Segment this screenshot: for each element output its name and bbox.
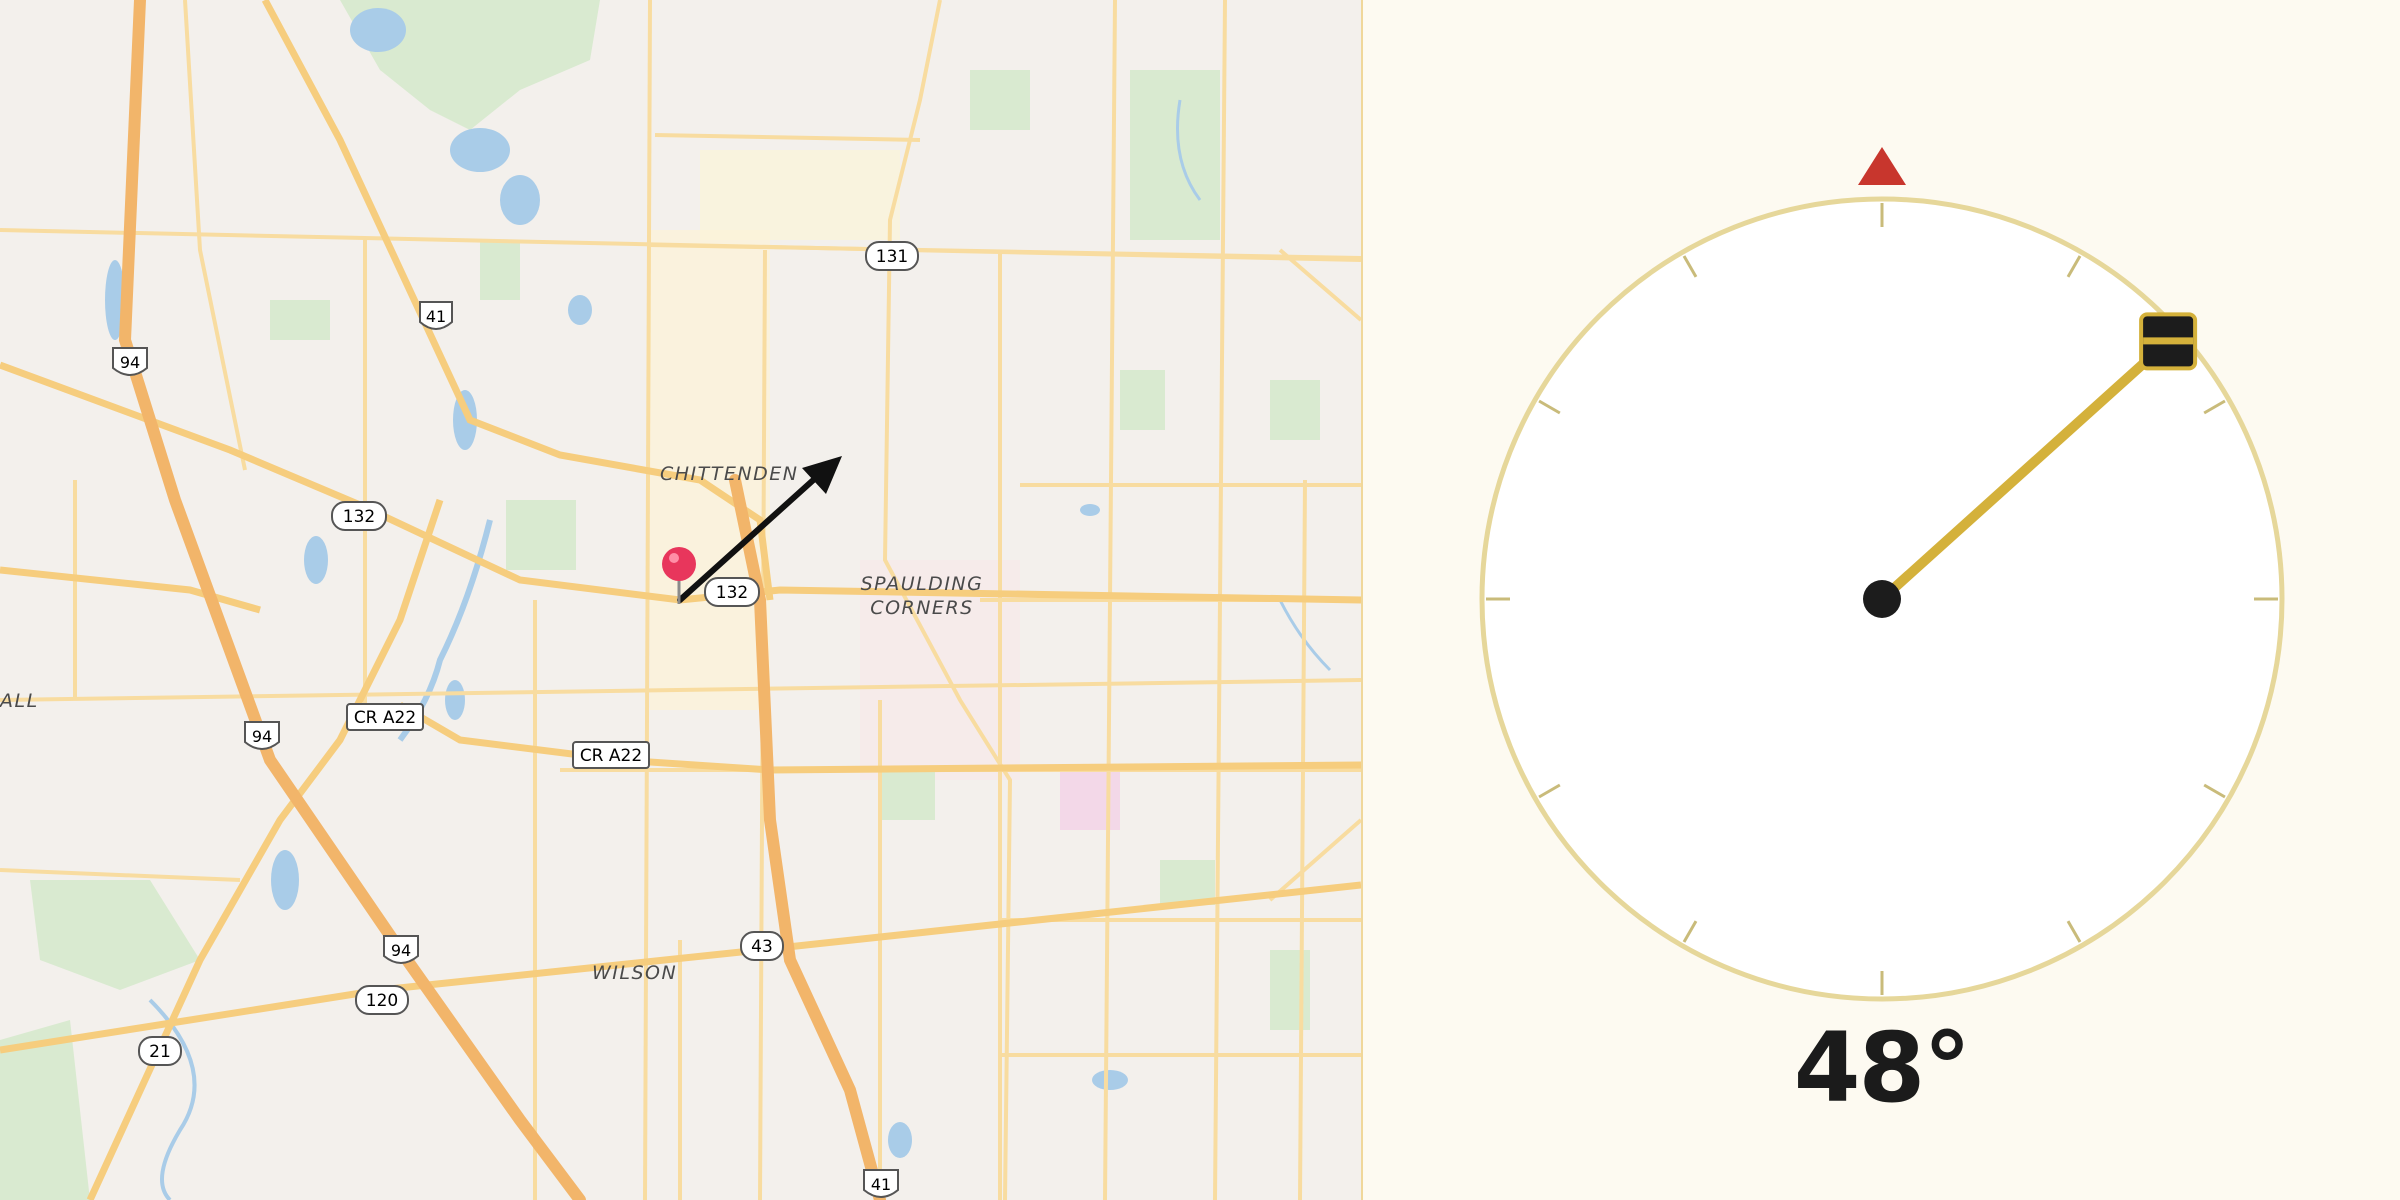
- route-shield-cra22-east: CR A22: [572, 741, 650, 769]
- north-triangle-icon: [1858, 147, 1906, 185]
- place-label-chittenden: CHITTENDEN: [660, 463, 798, 485]
- compass-hub: [1863, 580, 1901, 618]
- heading-readout: 48°: [1793, 1012, 1972, 1124]
- route-shield-94-mid: 94: [244, 721, 280, 750]
- route-shield-120: 120: [355, 985, 409, 1015]
- route-shield-21: 21: [138, 1036, 182, 1066]
- svg-text:21: 21: [149, 1042, 171, 1062]
- route-shield-94-north: 94: [112, 347, 148, 376]
- app-root: 131 41 94 132 132 CR A22 CR A22 94 94 43…: [0, 0, 2400, 1200]
- svg-text:94: 94: [252, 727, 272, 746]
- svg-text:94: 94: [391, 941, 411, 960]
- svg-text:CR A22: CR A22: [580, 746, 642, 766]
- svg-text:132: 132: [343, 507, 375, 527]
- svg-text:41: 41: [871, 1175, 891, 1194]
- route-shield-41-north: 41: [419, 301, 453, 330]
- map-canvas[interactable]: 131 41 94 132 132 CR A22 CR A22 94 94 43…: [0, 0, 1361, 1200]
- place-label-edge: ALL: [0, 690, 39, 712]
- svg-text:131: 131: [876, 247, 908, 267]
- needle-head-icon: [2139, 312, 2198, 371]
- route-shield-cra22-west: CR A22: [346, 703, 424, 731]
- compass-panel: 48°: [1363, 0, 2400, 1200]
- route-shield-132-west: 132: [331, 501, 387, 531]
- place-label-spaulding: SPAULDING: [861, 573, 984, 595]
- svg-text:132: 132: [716, 583, 748, 603]
- svg-text:94: 94: [120, 353, 140, 372]
- route-shield-132-east: 132: [704, 577, 760, 607]
- map-view[interactable]: 131 41 94 132 132 CR A22 CR A22 94 94 43…: [0, 0, 1363, 1200]
- route-shield-43: 43: [740, 931, 784, 961]
- route-shield-131: 131: [865, 241, 919, 271]
- svg-text:43: 43: [751, 937, 773, 957]
- svg-text:CR A22: CR A22: [354, 708, 416, 728]
- route-shield-41-south: 41: [863, 1169, 899, 1198]
- route-shield-94-south: 94: [383, 935, 419, 964]
- svg-text:41: 41: [426, 307, 446, 326]
- place-label-corners: CORNERS: [870, 597, 973, 619]
- place-label-wilson: WILSON: [592, 962, 677, 984]
- svg-text:120: 120: [366, 991, 398, 1011]
